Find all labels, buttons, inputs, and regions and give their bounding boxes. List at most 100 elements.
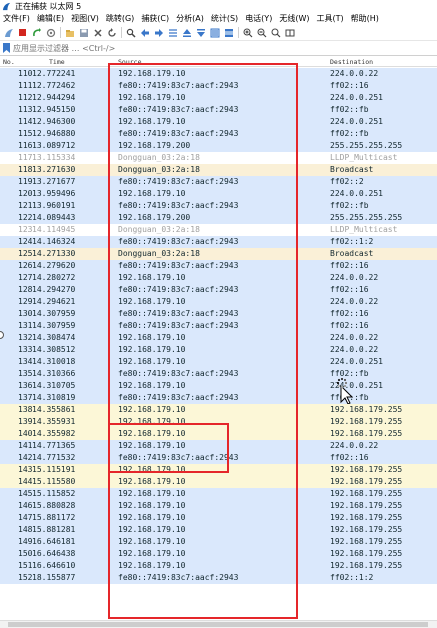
packet-number: 123 (18, 225, 33, 234)
zoom-in-icon[interactable] (242, 27, 253, 38)
packet-destination: ff02::16 (330, 321, 369, 330)
packet-time: 14.279620 (32, 261, 76, 270)
menu-item[interactable]: 捕获(C) (141, 13, 169, 24)
packet-time: 12.946880 (32, 129, 76, 138)
packet-time: 15.881172 (32, 513, 76, 522)
packet-destination: Broadcast (330, 165, 374, 174)
main-toolbar (0, 25, 437, 41)
packet-number: 127 (18, 273, 33, 282)
filter-bookmark-icon[interactable] (3, 43, 10, 53)
packet-number: 126 (18, 261, 33, 270)
packet-number: 149 (18, 537, 33, 546)
packet-destination: 224.0.0.22 (330, 297, 379, 306)
packet-number: 113 (18, 105, 33, 114)
packet-time: 14.355861 (32, 405, 76, 414)
packet-number: 146 (18, 501, 33, 510)
go-back-icon[interactable] (139, 27, 150, 38)
find-packet-icon[interactable] (125, 27, 136, 38)
packet-time: 16.646610 (32, 561, 76, 570)
packet-time: 12.945150 (32, 105, 76, 114)
stop-capture-icon[interactable] (17, 27, 28, 38)
busy-cursor-icon (337, 378, 353, 404)
menu-item[interactable]: 视图(V) (71, 13, 99, 24)
packet-number: 128 (18, 285, 33, 294)
packet-time: 12.946300 (32, 117, 76, 126)
menu-item[interactable]: 文件(F) (3, 13, 30, 24)
packet-destination: ff02::1:2 (330, 237, 374, 246)
go-to-packet-icon[interactable] (167, 27, 178, 38)
packet-number: 150 (18, 549, 33, 558)
display-filter-bar (0, 41, 437, 56)
packet-number: 138 (18, 405, 33, 414)
packet-number: 135 (18, 369, 33, 378)
packet-time: 14.307959 (32, 309, 76, 318)
packet-time: 13.271630 (32, 165, 76, 174)
packet-destination: ff02::16 (330, 453, 369, 462)
packet-destination: 224.0.0.251 (330, 93, 383, 102)
packet-number: 124 (18, 237, 33, 246)
packet-time: 18.155877 (32, 573, 76, 582)
capture-options-icon[interactable] (45, 27, 56, 38)
packet-number: 119 (18, 177, 33, 186)
menu-item[interactable]: 统计(S) (211, 13, 238, 24)
save-file-icon[interactable] (78, 27, 89, 38)
packet-number: 111 (18, 81, 33, 90)
packet-destination: ff02::16 (330, 81, 369, 90)
packet-number: 121 (18, 201, 33, 210)
packet-destination: 224.0.0.22 (330, 69, 379, 78)
horizontal-scrollbar[interactable] (0, 620, 437, 628)
restart-capture-icon[interactable] (31, 27, 42, 38)
packet-destination: ff02::16 (330, 309, 369, 318)
packet-time: 14.771365 (32, 441, 76, 450)
column-header-time[interactable]: Time (49, 58, 65, 66)
column-header-no[interactable]: No. (3, 58, 15, 66)
packet-destination: LLDP_Multicast (330, 153, 398, 162)
packet-time: 14.308474 (32, 333, 76, 342)
selected-rows-highlight-box (108, 423, 229, 473)
menu-item[interactable]: 跳转(G) (106, 13, 134, 24)
reload-file-icon[interactable] (106, 27, 117, 38)
source-column-highlight-box (108, 63, 298, 619)
menu-item[interactable]: 无线(W) (279, 13, 309, 24)
go-first-packet-icon[interactable] (181, 27, 192, 38)
packet-time: 14.310705 (32, 381, 76, 390)
packet-destination: 192.168.179.255 (330, 465, 403, 474)
packet-time: 14.310819 (32, 393, 76, 402)
start-capture-icon[interactable] (3, 27, 14, 38)
packet-destination: 224.0.0.22 (330, 345, 379, 354)
packet-number: 152 (18, 573, 33, 582)
packet-number: 131 (18, 321, 33, 330)
menu-item[interactable]: 分析(A) (176, 13, 204, 24)
packet-number: 147 (18, 513, 33, 522)
display-filter-input[interactable] (13, 42, 413, 54)
resize-columns-icon[interactable] (284, 27, 295, 38)
menu-item[interactable]: 帮助(H) (351, 13, 379, 24)
colorize-icon[interactable] (223, 27, 234, 38)
packet-number: 129 (18, 297, 33, 306)
zoom-reset-icon[interactable] (270, 27, 281, 38)
packet-time: 15.115852 (32, 489, 76, 498)
toolbar-separator (238, 27, 239, 38)
open-file-icon[interactable] (64, 27, 75, 38)
auto-scroll-icon[interactable] (209, 27, 220, 38)
menu-item[interactable]: 电话(Y) (245, 13, 272, 24)
close-file-icon[interactable] (92, 27, 103, 38)
packet-number: 142 (18, 453, 33, 462)
menu-item[interactable]: 编辑(E) (37, 13, 64, 24)
packet-destination: Broadcast (330, 249, 374, 258)
packet-destination: ff02::1:2 (330, 573, 374, 582)
packet-number: 143 (18, 465, 33, 474)
go-forward-icon[interactable] (153, 27, 164, 38)
packet-destination: ff02::fb (330, 105, 369, 114)
packet-time: 14.089443 (32, 213, 76, 222)
menu-item[interactable]: 工具(T) (316, 13, 343, 24)
packet-number: 141 (18, 441, 33, 450)
packet-time: 12.772462 (32, 81, 76, 90)
column-header-destination[interactable]: Destination (330, 58, 373, 66)
packet-time: 14.294270 (32, 285, 76, 294)
scrollbar-thumb[interactable] (8, 622, 428, 627)
go-last-packet-icon[interactable] (195, 27, 206, 38)
packet-time: 14.271330 (32, 249, 76, 258)
packet-destination: 224.0.0.22 (330, 333, 379, 342)
zoom-out-icon[interactable] (256, 27, 267, 38)
